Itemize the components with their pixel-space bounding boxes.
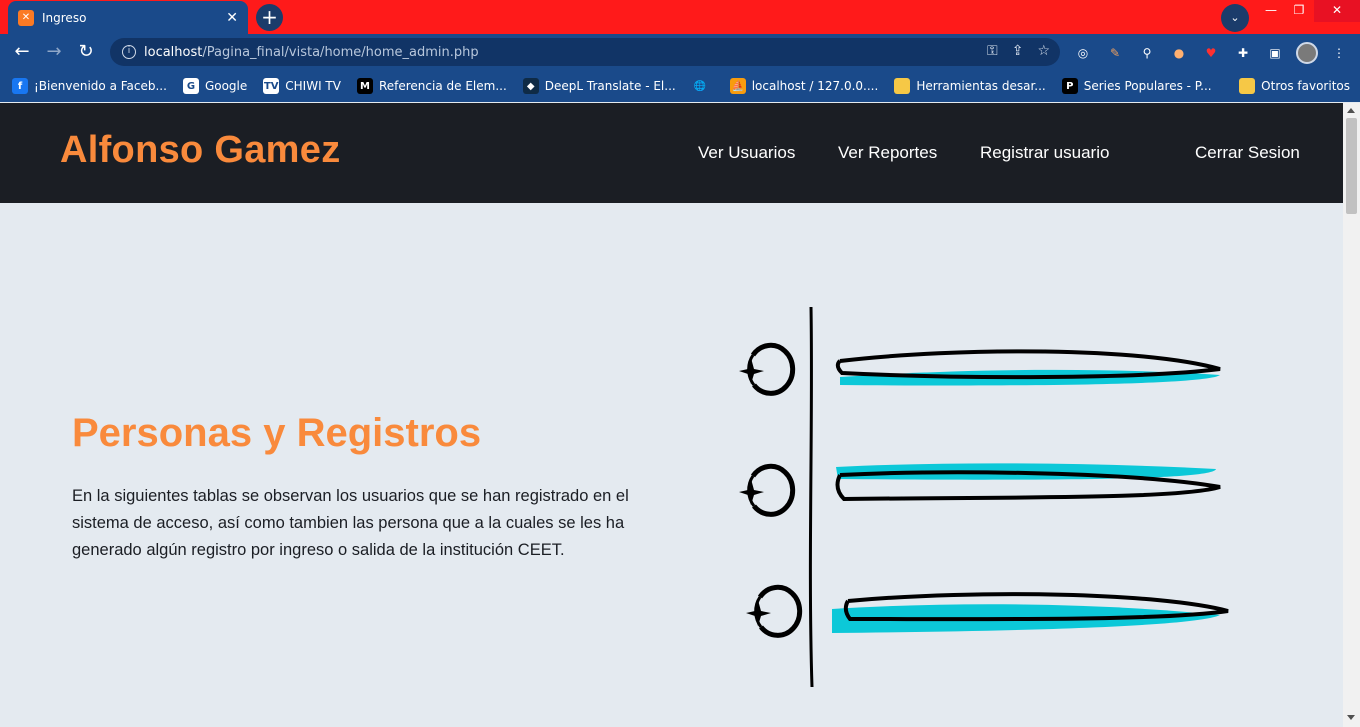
divider-line	[808, 306, 814, 688]
extension-pen-icon[interactable]: ✎	[1104, 42, 1126, 64]
list-bullet-1	[739, 342, 796, 396]
list-bullet-3	[746, 584, 803, 638]
bookmark-item[interactable]: G Google	[182, 78, 248, 94]
close-window-button[interactable]: ✕	[1314, 0, 1360, 22]
bookmark-item[interactable]: ⛵ localhost / 127.0.0....	[729, 78, 879, 94]
list-illustration	[739, 306, 1229, 688]
other-bookmarks[interactable]: Otros favoritos	[1239, 78, 1350, 94]
nav-ver-reportes[interactable]: Ver Reportes	[838, 143, 937, 163]
scroll-thumb[interactable]	[1346, 118, 1357, 214]
site-info-icon[interactable]: i	[122, 45, 136, 59]
facebook-icon: f	[12, 78, 28, 94]
side-panel-icon[interactable]: ▣	[1264, 42, 1286, 64]
site-header: Alfonso Gamez Ver Usuarios Ver Reportes …	[0, 103, 1343, 203]
tv-icon: TV	[263, 78, 280, 94]
bookmark-label: Herramientas desar...	[916, 79, 1046, 93]
p-icon: P	[1061, 78, 1078, 94]
scroll-down-arrow[interactable]	[1347, 715, 1355, 720]
avatar[interactable]	[1296, 42, 1318, 64]
brand-title[interactable]: Alfonso Gamez	[60, 129, 341, 172]
page-viewport: Alfonso Gamez Ver Usuarios Ver Reportes …	[0, 103, 1343, 727]
nav-cerrar-sesion[interactable]: Cerrar Sesion	[1195, 143, 1300, 163]
folder-icon	[1239, 78, 1256, 94]
url-host: localhost	[144, 44, 203, 60]
bookmark-item[interactable]: TV CHIWI TV	[263, 78, 341, 94]
browser-toolbar: ← → ↻ i localhost/Pagina_final/vista/hom…	[0, 34, 1360, 70]
bookmark-label: Series Populares - P...	[1083, 79, 1212, 93]
reload-button[interactable]: ↻	[74, 40, 98, 64]
address-bar[interactable]: i localhost/Pagina_final/vista/home/home…	[110, 38, 1060, 66]
tab-strip: ✕ Ingreso ✕ + ⌄ — ❐ ✕	[0, 0, 1360, 34]
phpmyadmin-icon: ⛵	[729, 78, 746, 94]
minimize-button[interactable]: —	[1256, 0, 1286, 22]
list-bar-1	[835, 349, 1221, 386]
bookmark-label: Referencia de Elem...	[378, 79, 507, 93]
globe-icon: 🌐	[691, 78, 708, 94]
nav-registrar-usuario[interactable]: Registrar usuario	[980, 143, 1109, 163]
list-bullet-2	[739, 463, 796, 517]
tab-title: Ingreso	[42, 10, 87, 25]
key-icon[interactable]: ⚿	[987, 43, 998, 59]
bookmarks-bar: f ¡Bienvenido a Faceb... G Google TV CHIWI TV…	[0, 70, 1360, 102]
tab-search-button[interactable]: ⌄	[1221, 4, 1249, 32]
hero-title: Personas y Registros	[72, 411, 482, 455]
xampp-icon: ✕	[18, 9, 34, 26]
list-bar-2	[835, 463, 1221, 502]
nav-ver-usuarios[interactable]: Ver Usuarios	[698, 143, 795, 163]
bookmark-item[interactable]: f ¡Bienvenido a Faceb...	[12, 78, 167, 94]
extension-youtube-icon[interactable]: ♥	[1200, 42, 1222, 64]
bookmark-label: DeepL Translate - El...	[544, 79, 676, 93]
google-icon: G	[182, 78, 199, 94]
other-bookmarks-label: Otros favoritos	[1261, 79, 1350, 93]
extension-sync-icon[interactable]: ◎	[1072, 42, 1094, 64]
close-tab-icon[interactable]: ✕	[226, 10, 238, 26]
share-icon[interactable]: ⇪	[1012, 43, 1024, 59]
bookmark-item[interactable]: 🌐	[691, 78, 714, 94]
bookmark-item[interactable]: M Referencia de Elem...	[356, 78, 507, 94]
bookmark-label: CHIWI TV	[285, 79, 341, 93]
new-tab-button[interactable]: +	[256, 4, 283, 31]
list-bar-3	[832, 592, 1229, 633]
restore-button[interactable]: ❐	[1284, 0, 1314, 22]
bookmark-item[interactable]: P Series Populares - P...	[1061, 78, 1212, 94]
bookmark-label: ¡Bienvenido a Faceb...	[34, 79, 167, 93]
bookmark-label: localhost / 127.0.0....	[751, 79, 879, 93]
scroll-up-arrow[interactable]	[1347, 108, 1355, 113]
back-button[interactable]: ←	[10, 40, 34, 64]
puzzle-icon[interactable]: ✚	[1232, 42, 1254, 64]
extension-search-icon[interactable]: ⚲	[1136, 42, 1158, 64]
menu-icon[interactable]: ⋮	[1328, 42, 1350, 64]
folder-icon	[894, 78, 911, 94]
browser-tab[interactable]: ✕ Ingreso ✕	[8, 1, 248, 34]
bookmark-item[interactable]: Herramientas desar...	[894, 78, 1046, 94]
star-icon[interactable]: ☆	[1037, 43, 1050, 59]
extension-drop-icon[interactable]: ●	[1168, 42, 1190, 64]
bookmark-label: Google	[204, 79, 248, 93]
hero-description: En la siguientes tablas se observan los …	[72, 487, 629, 559]
mdn-icon: M	[356, 78, 373, 94]
forward-button[interactable]: →	[42, 40, 66, 64]
url-path: /Pagina_final/vista/home/home_admin.php	[202, 44, 479, 60]
bookmark-item[interactable]: ◆ DeepL Translate - El...	[522, 78, 676, 94]
deepl-icon: ◆	[522, 78, 539, 94]
page-scrollbar[interactable]	[1343, 103, 1360, 727]
